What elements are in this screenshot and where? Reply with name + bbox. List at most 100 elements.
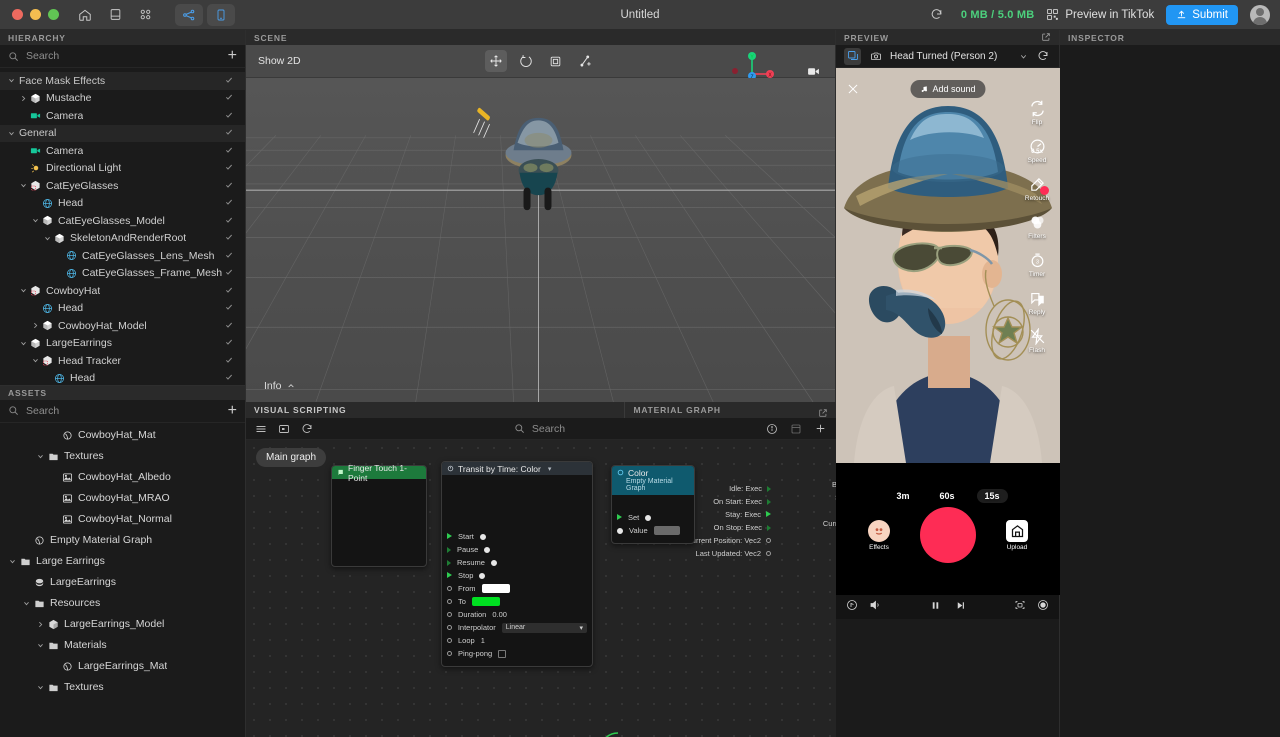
hierarchy-item-cowboyhat-model[interactable]: CowboyHat_Model (0, 317, 245, 335)
hierarchy-item-skeletonandrenderroot[interactable]: SkeletonAndRenderRoot (0, 230, 245, 248)
assets-add-button[interactable]: + (228, 403, 237, 419)
hierarchy-item-camera[interactable]: Camera (0, 142, 245, 160)
data-pin[interactable] (617, 528, 623, 534)
value-dot[interactable] (479, 573, 485, 579)
graph-search[interactable]: Search (324, 423, 755, 435)
asset-item-textures[interactable]: Textures (0, 446, 245, 467)
asset-item-large-earrings[interactable]: Large Earrings (0, 551, 245, 572)
visibility-checkmark-icon[interactable] (225, 128, 233, 138)
duration-option-3m[interactable]: 3m (888, 489, 917, 503)
asset-item-largeearrings-mat[interactable]: LargeEarrings_Mat (0, 656, 245, 677)
color-swatch[interactable] (472, 597, 500, 606)
hierarchy-item-head[interactable]: Head (0, 195, 245, 213)
refresh-icon[interactable] (301, 423, 313, 435)
asset-item-textures[interactable]: Textures (0, 677, 245, 698)
tree-chevron-icon[interactable] (18, 182, 28, 189)
graph-node-transit-by-time-color[interactable]: Transit by Time: Color▾Begin: ExecStay: … (441, 461, 593, 667)
scale-tool-icon[interactable] (545, 50, 567, 72)
visibility-checkmark-icon[interactable] (225, 93, 233, 103)
tab-visual-scripting[interactable]: VISUAL SCRIPTING (246, 402, 354, 418)
info-icon[interactable] (766, 423, 778, 435)
visibility-checkmark-icon[interactable] (225, 373, 233, 383)
visibility-checkmark-icon[interactable] (225, 146, 233, 156)
node-graph-icon[interactable] (175, 4, 203, 26)
tree-chevron-icon[interactable] (6, 77, 16, 84)
hierarchy-item-head[interactable]: Head (0, 370, 245, 385)
scene-info-button[interactable]: Info (264, 380, 295, 392)
interpolator-dropdown[interactable]: Linear▾ (502, 623, 587, 633)
data-pin[interactable] (447, 586, 452, 591)
visibility-checkmark-icon[interactable] (225, 181, 233, 191)
visibility-checkmark-icon[interactable] (225, 216, 233, 226)
layout-icon[interactable] (790, 423, 802, 435)
panel-icon[interactable] (103, 4, 127, 26)
screenshot-icon[interactable] (1014, 598, 1026, 616)
asset-item-cowboyhat-mrao[interactable]: CowboyHat_MRAO (0, 488, 245, 509)
visibility-checkmark-icon[interactable] (225, 321, 233, 331)
grid-icon[interactable] (133, 4, 157, 26)
tree-chevron-icon[interactable] (20, 600, 32, 607)
asset-item-cowboyhat-normal[interactable]: CowboyHat_Normal (0, 509, 245, 530)
visibility-checkmark-icon[interactable] (225, 251, 233, 261)
asset-item-resources[interactable]: Resources (0, 593, 245, 614)
tab-material-graph[interactable]: MATERIAL GRAPH (624, 402, 728, 418)
asset-item-empty-material-graph[interactable]: Empty Material Graph (0, 530, 245, 551)
rail-item-reply[interactable]: Reply (1018, 288, 1056, 316)
hierarchy-item-camera[interactable]: Camera (0, 107, 245, 125)
move-tool-icon[interactable] (485, 50, 507, 72)
close-icon[interactable] (846, 82, 860, 98)
graph-canvas[interactable]: Main graph Finger Touch 1-PointIdle: Exe… (246, 440, 836, 737)
hierarchy-item-cateyeglasses-lens-mesh[interactable]: CatEyeGlasses_Lens_Mesh (0, 247, 245, 265)
frame-icon[interactable] (278, 423, 290, 435)
avatar[interactable] (1250, 5, 1270, 25)
asset-item-cowboyhat-albedo[interactable]: CowboyHat_Albedo (0, 467, 245, 488)
window-controls[interactable] (0, 9, 59, 20)
hierarchy-item-head-tracker[interactable]: Head Tracker (0, 352, 245, 370)
open-external-icon[interactable] (1041, 32, 1051, 44)
rail-item-retouch[interactable]: Retouch (1018, 174, 1056, 202)
rotate-tool-icon[interactable] (515, 50, 537, 72)
persona-select[interactable]: Head Turned (Person 2) (890, 51, 1028, 62)
hierarchy-search-input[interactable]: Search (26, 50, 221, 62)
tree-chevron-icon[interactable] (6, 558, 18, 565)
visibility-checkmark-icon[interactable] (225, 338, 233, 348)
rail-item-timer[interactable]: 3Timer (1018, 250, 1056, 278)
value-box[interactable] (654, 526, 680, 535)
hierarchy-item-directional-light[interactable]: Directional Light (0, 160, 245, 178)
hierarchy-item-general[interactable]: General (0, 125, 245, 143)
tree-chevron-icon[interactable] (42, 235, 52, 242)
data-pin[interactable] (447, 651, 452, 656)
exec-pin[interactable] (447, 547, 451, 553)
step-forward-icon[interactable] (955, 598, 966, 616)
rail-item-flip[interactable]: Flip (1018, 98, 1056, 126)
rail-item-speed[interactable]: 0.5xSpeed (1018, 136, 1056, 164)
asset-item-largeearrings-model[interactable]: LargeEarrings_Model (0, 614, 245, 635)
main-graph-pill[interactable]: Main graph (256, 448, 326, 467)
asset-item-cowboyhat-mat[interactable]: CowboyHat_Mat (0, 425, 245, 446)
transform-tool-icon[interactable] (575, 50, 597, 72)
rail-item-filters[interactable]: Filters (1018, 212, 1056, 240)
value-dot[interactable] (645, 515, 651, 521)
hierarchy-item-mustache[interactable]: Mustache (0, 90, 245, 108)
data-pin[interactable] (766, 538, 771, 543)
visibility-checkmark-icon[interactable] (225, 233, 233, 243)
refresh-icon[interactable] (925, 4, 949, 26)
data-pin[interactable] (447, 625, 452, 630)
assets-search-row[interactable]: Search + (0, 400, 245, 423)
value-dot[interactable] (484, 547, 490, 553)
exec-pin[interactable] (447, 534, 452, 540)
maximize-window-button[interactable] (48, 9, 59, 20)
hierarchy-item-head[interactable]: Head (0, 300, 245, 318)
upload-button[interactable]: Upload (1006, 520, 1028, 551)
visibility-checkmark-icon[interactable] (225, 356, 233, 366)
graph-search-input[interactable]: Search (532, 423, 565, 435)
number-value[interactable]: 1 (481, 636, 485, 645)
hierarchy-add-button[interactable]: + (228, 48, 237, 64)
layers-icon[interactable] (844, 48, 861, 65)
tree-chevron-icon[interactable] (30, 357, 40, 364)
graph-node-finger-touch[interactable]: Finger Touch 1-PointIdle: ExecOn Start: … (331, 465, 427, 567)
home-icon[interactable] (73, 4, 97, 26)
color-swatch[interactable] (482, 584, 510, 593)
node-header[interactable]: Finger Touch 1-Point (332, 466, 426, 479)
record-icon[interactable] (1037, 598, 1049, 616)
